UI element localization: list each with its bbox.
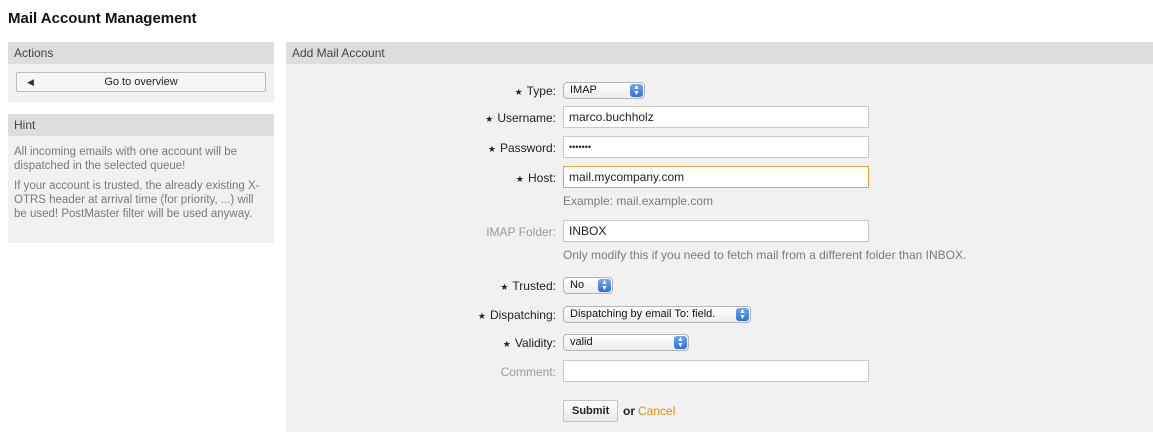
username-label: ★ Username:: [485, 111, 556, 125]
password-field[interactable]: •••••••: [563, 136, 869, 158]
select-arrows-icon: ▲ ▼: [736, 308, 749, 321]
hint-box: Hint All incoming emails with one accoun…: [8, 114, 274, 243]
hint-text: All incoming emails with one account wil…: [14, 146, 238, 172]
add-mail-account-panel: Add Mail Account ★ Type: IMAP ▲ ▼ ★ Usernam…: [286, 42, 1153, 432]
imap-folder-help-text: Only modify this if you need to fetch ma…: [563, 248, 967, 262]
imap-folder-field[interactable]: [563, 220, 869, 242]
required-star-icon: ★: [500, 282, 509, 292]
required-star-icon: ★: [514, 87, 523, 97]
actions-box: Actions ◀ Go to overview: [8, 42, 274, 102]
validity-select[interactable]: valid ▲ ▼: [563, 334, 689, 351]
dispatching-row: ★ Dispatching: Dispatching by email To: f…: [286, 306, 1153, 323]
comment-label: Comment:: [500, 365, 556, 379]
cancel-link[interactable]: Cancel: [638, 404, 675, 418]
imap-folder-label: IMAP Folder:: [486, 225, 556, 239]
required-star-icon: ★: [477, 311, 486, 321]
required-star-icon: ★: [515, 174, 524, 184]
host-help-text: Example: mail.example.com: [563, 194, 714, 208]
validity-row: ★ Validity: valid ▲ ▼: [286, 334, 1153, 351]
type-label: ★ Type:: [514, 84, 556, 98]
submit-button[interactable]: Submit: [563, 400, 619, 422]
type-select[interactable]: IMAP ▲ ▼: [563, 82, 645, 99]
sidebar: Actions ◀ Go to overview Hint All incomi…: [8, 42, 274, 255]
dispatching-label: ★ Dispatching:: [477, 308, 556, 322]
select-arrows-icon: ▲ ▼: [674, 336, 687, 349]
required-star-icon: ★: [485, 114, 494, 124]
host-label: ★ Host:: [515, 171, 556, 185]
or-text: or: [623, 404, 635, 418]
form-header: Add Mail Account: [286, 42, 1153, 64]
select-arrows-icon: ▲ ▼: [630, 84, 643, 97]
go-to-overview-label: Go to overview: [104, 76, 178, 88]
trusted-row: ★ Trusted: No ▲ ▼: [286, 277, 1153, 294]
required-star-icon: ★: [487, 144, 496, 154]
dispatching-select[interactable]: Dispatching by email To: field. ▲ ▼: [563, 306, 751, 323]
hint-header: Hint: [8, 114, 274, 136]
username-field[interactable]: [563, 106, 869, 128]
go-to-overview-button[interactable]: ◀ Go to overview: [16, 72, 266, 92]
trusted-select[interactable]: No ▲ ▼: [563, 277, 613, 294]
host-field[interactable]: [563, 166, 869, 188]
trusted-label: ★ Trusted:: [500, 279, 556, 293]
hint-text: If your account is trusted, the already …: [14, 180, 260, 220]
actions-header: Actions: [8, 42, 274, 64]
type-row: ★ Type: IMAP ▲ ▼: [286, 82, 1153, 99]
page-title: Mail Account Management: [8, 10, 197, 27]
triangle-left-icon: ◀: [27, 77, 34, 87]
select-arrows-icon: ▲ ▼: [598, 279, 611, 292]
validity-label: ★ Validity:: [502, 336, 556, 350]
comment-field[interactable]: [563, 360, 869, 382]
required-star-icon: ★: [502, 339, 511, 349]
password-label: ★ Password:: [487, 141, 556, 155]
